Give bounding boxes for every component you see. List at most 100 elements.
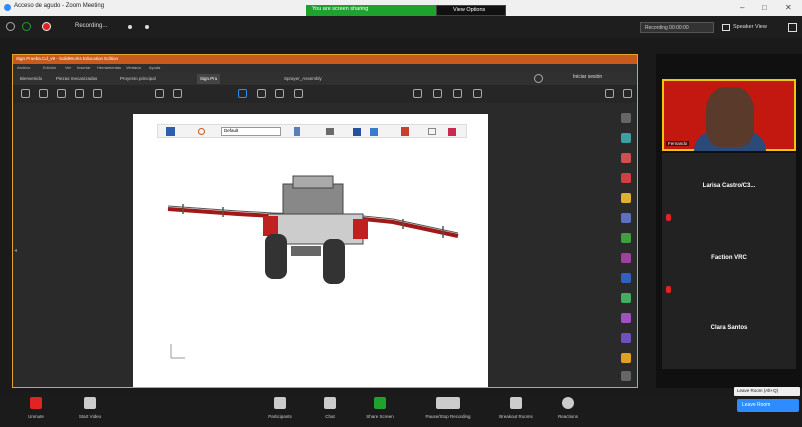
chat-button[interactable]: Chat bbox=[302, 397, 358, 419]
view-icon[interactable] bbox=[166, 127, 175, 136]
viewport-toolbar: Default bbox=[157, 124, 467, 138]
print-icon[interactable] bbox=[75, 89, 84, 98]
menu-item[interactable]: Herramientas bbox=[97, 65, 121, 70]
reactions-button[interactable]: Reactions bbox=[540, 397, 596, 419]
3d-viewport[interactable]: Default bbox=[133, 114, 488, 387]
appearance-icon[interactable] bbox=[448, 128, 456, 136]
settings-icon[interactable] bbox=[198, 128, 205, 135]
star-icon[interactable] bbox=[39, 89, 48, 98]
task-icon[interactable] bbox=[621, 153, 631, 163]
menu-item[interactable]: Ayuda bbox=[149, 65, 160, 70]
task-icon[interactable] bbox=[621, 293, 631, 303]
solidworks-titlebar: Sign.Prueba.Cd_v9 - SolidWorks Education… bbox=[13, 55, 637, 64]
chevron-left-icon[interactable]: ◂ bbox=[14, 247, 17, 254]
task-icon[interactable] bbox=[621, 233, 631, 243]
section-icon[interactable] bbox=[294, 127, 300, 136]
tab-sign[interactable]: Sign.Pru bbox=[197, 74, 221, 84]
tab-main[interactable]: Proyecto principal bbox=[117, 74, 159, 84]
stop-icon[interactable] bbox=[145, 25, 149, 29]
task-icon[interactable] bbox=[621, 193, 631, 203]
maximize-icon[interactable]: □ bbox=[762, 3, 767, 12]
recording-timer: Recording 00:00:00 bbox=[640, 22, 714, 33]
task-icon[interactable] bbox=[621, 313, 631, 323]
leave-tooltip-text: Leave Room (Alt+Q) bbox=[737, 388, 779, 393]
mic-off-icon bbox=[30, 397, 42, 409]
view-options-label: View Options bbox=[453, 7, 486, 13]
recording-button[interactable]: Pause/Stop Recording bbox=[416, 397, 480, 419]
scene-icon[interactable] bbox=[401, 127, 409, 136]
menu-item[interactable]: Ventana bbox=[126, 65, 141, 70]
display-mode-select[interactable]: Default bbox=[221, 127, 281, 136]
participant-video-tile[interactable]: Fernando bbox=[662, 79, 796, 151]
breakout-rooms-button[interactable]: Breakout Rooms bbox=[488, 397, 544, 419]
toolbar-icon[interactable] bbox=[21, 89, 30, 98]
participant-name: Faction VRC bbox=[711, 255, 747, 261]
participant-tile[interactable]: Larisa Castro/C3... bbox=[662, 153, 796, 225]
tab-sprayer[interactable]: Sprayer_Assembly bbox=[281, 74, 325, 84]
participant-gallery: Fernando Larisa Castro/C3... Faction VRC… bbox=[656, 54, 802, 388]
view-options-button[interactable]: View Options bbox=[436, 5, 506, 16]
cube-icon[interactable] bbox=[370, 128, 378, 136]
pen-icon[interactable] bbox=[433, 89, 442, 98]
menu-item[interactable]: Insertar bbox=[77, 65, 91, 70]
help-icon[interactable] bbox=[534, 74, 543, 83]
edit-icon[interactable] bbox=[453, 89, 462, 98]
task-icon[interactable] bbox=[621, 113, 631, 123]
task-icon[interactable] bbox=[621, 371, 631, 381]
shield-icon[interactable] bbox=[6, 22, 15, 31]
menu-item[interactable]: Archivo bbox=[17, 65, 30, 70]
toolbar-icon[interactable] bbox=[57, 89, 66, 98]
toolbar-icon[interactable] bbox=[326, 128, 334, 135]
undo-icon[interactable] bbox=[473, 89, 482, 98]
toolbar-icon[interactable] bbox=[155, 89, 164, 98]
task-icon[interactable] bbox=[621, 173, 631, 183]
unmute-button[interactable]: Unmute bbox=[8, 397, 64, 419]
task-icon[interactable] bbox=[621, 273, 631, 283]
share-screen-button[interactable]: Share Screen bbox=[352, 397, 408, 419]
task-pane bbox=[616, 103, 637, 387]
solidworks-menu: Archivo Edición Ver Insertar Herramienta… bbox=[13, 64, 637, 72]
settings-icon[interactable] bbox=[294, 89, 303, 98]
share-icon[interactable] bbox=[605, 89, 614, 98]
leave-tooltip: Leave Room (Alt+Q) bbox=[734, 387, 800, 396]
control-label: Start Video bbox=[78, 414, 102, 419]
start-video-button[interactable]: Start Video bbox=[62, 397, 118, 419]
participants-button[interactable]: Participants bbox=[252, 397, 308, 419]
task-icon[interactable] bbox=[621, 213, 631, 223]
toolbar-icon[interactable] bbox=[413, 89, 422, 98]
tab-machined[interactable]: Piezas mecanizadas bbox=[53, 74, 100, 84]
zoom-app-icon bbox=[4, 4, 11, 11]
pause-icon[interactable] bbox=[128, 25, 132, 29]
rotate-icon[interactable] bbox=[275, 89, 284, 98]
leave-room-button[interactable]: Leave Room bbox=[737, 399, 799, 412]
select-icon[interactable] bbox=[238, 89, 247, 98]
task-icon[interactable] bbox=[621, 353, 631, 363]
monitor-icon[interactable] bbox=[428, 128, 436, 135]
task-icon[interactable] bbox=[621, 133, 631, 143]
speaker-view-button[interactable]: Speaker View bbox=[722, 22, 782, 33]
cube-icon[interactable] bbox=[353, 128, 361, 136]
participant-tile[interactable]: Faction VRC bbox=[662, 225, 796, 297]
search-icon[interactable] bbox=[93, 89, 102, 98]
task-icon[interactable] bbox=[621, 253, 631, 263]
login-link[interactable]: Iniciar sesión bbox=[573, 74, 602, 80]
chat-icon bbox=[324, 397, 336, 409]
tab-welcome[interactable]: Bienvenido bbox=[17, 74, 45, 84]
task-icon[interactable] bbox=[621, 333, 631, 343]
toolbar-icon[interactable] bbox=[173, 89, 182, 98]
control-label: Unmute bbox=[28, 414, 44, 419]
close-icon[interactable]: ✕ bbox=[785, 3, 792, 12]
menu-item[interactable]: Edición bbox=[43, 65, 56, 70]
hand-icon[interactable] bbox=[257, 89, 266, 98]
participant-name: Larisa Castro/C3... bbox=[702, 183, 756, 189]
solidworks-title: Sign.Prueba.Cd_v9 - SolidWorks Education… bbox=[16, 56, 118, 61]
participant-tile[interactable]: Clara Santos bbox=[662, 297, 796, 369]
window-title: Acceso de agudo - Zoom Meeting bbox=[14, 3, 105, 9]
pause-stop-icon bbox=[436, 397, 460, 409]
fullscreen-icon[interactable] bbox=[788, 23, 797, 32]
sprayer-model bbox=[167, 175, 459, 284]
encryption-icon[interactable] bbox=[22, 22, 31, 31]
user-icon[interactable] bbox=[623, 89, 632, 98]
menu-item[interactable]: Ver bbox=[65, 65, 71, 70]
minimize-icon[interactable]: – bbox=[740, 3, 744, 12]
